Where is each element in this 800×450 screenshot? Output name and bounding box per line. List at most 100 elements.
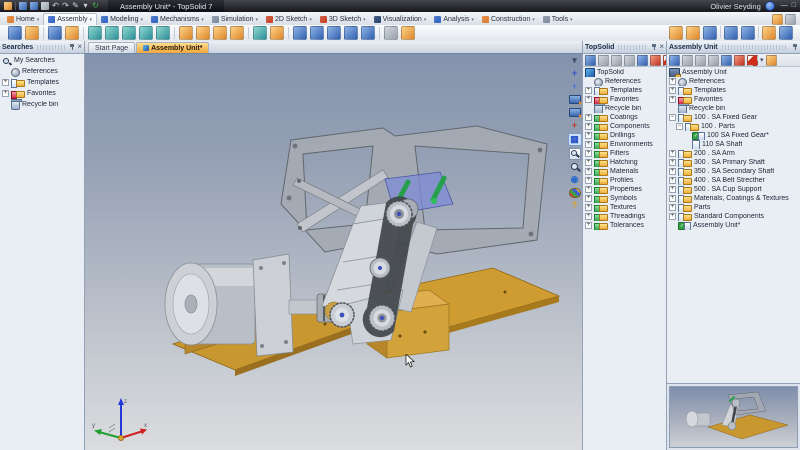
measure-icon[interactable]	[253, 26, 267, 40]
expander-icon[interactable]: +	[585, 186, 592, 193]
tree-item[interactable]: References	[0, 66, 84, 77]
user-name[interactable]: Olivier Seyding	[710, 2, 760, 11]
tree-item[interactable]: +Threadings	[583, 212, 666, 221]
include-component-icon[interactable]	[48, 26, 62, 40]
collapse-all-icon[interactable]	[611, 55, 622, 66]
expander-icon[interactable]: +	[585, 213, 592, 220]
cone-icon[interactable]	[179, 26, 193, 40]
expander-icon[interactable]: −	[669, 114, 676, 121]
chevron-down-icon[interactable]: ▾	[201, 17, 204, 23]
expander-icon[interactable]: +	[585, 150, 592, 157]
sync-icon[interactable]	[637, 55, 648, 66]
expander-icon[interactable]: +	[669, 150, 676, 157]
expander-icon[interactable]: +	[585, 195, 592, 202]
dropdown-icon[interactable]: ▾	[760, 56, 764, 65]
expander-icon[interactable]: +	[669, 186, 676, 193]
minimize-button[interactable]: —	[781, 2, 788, 10]
user-avatar[interactable]	[765, 1, 775, 11]
rotate-icon[interactable]	[105, 26, 119, 40]
panel-grip[interactable]	[722, 45, 788, 50]
view-side-icon[interactable]	[344, 26, 358, 40]
expander-icon[interactable]: +	[585, 141, 592, 148]
expander-icon[interactable]: +	[585, 123, 592, 130]
save-all-icon[interactable]	[30, 2, 38, 10]
ribbon-tab-tools[interactable]: Tools▾	[539, 14, 577, 25]
view-top-icon[interactable]	[327, 26, 341, 40]
tree-item[interactable]: −100 . SA Fixed Gear	[667, 113, 800, 122]
tree-item[interactable]: Assembly Unit*	[667, 221, 800, 230]
expand-all-icon[interactable]	[708, 55, 719, 66]
family-icon[interactable]	[669, 26, 683, 40]
multi-view-icon[interactable]: ▦	[568, 133, 582, 146]
tree-item[interactable]: +400 . SA Belt Strecther	[667, 176, 800, 185]
render-icon[interactable]	[762, 26, 776, 40]
collapse-all-icon[interactable]	[695, 55, 706, 66]
chevron-down-icon[interactable]: ▾	[90, 17, 93, 23]
ribbon-tab-modeling[interactable]: Modeling▾	[97, 14, 147, 25]
tree-item[interactable]: +Favorites	[667, 95, 800, 104]
print-icon[interactable]	[41, 2, 49, 10]
ribbon-tab-construction[interactable]: Construction▾	[478, 14, 539, 25]
tree-icon[interactable]	[741, 26, 755, 40]
pin-icon[interactable]	[651, 43, 657, 51]
tree-item[interactable]: +Parts	[667, 203, 800, 212]
tree-item[interactable]: +Textures	[583, 203, 666, 212]
expander-icon[interactable]: +	[669, 96, 676, 103]
redo-icon[interactable]: ↷	[62, 2, 69, 10]
dimension-icon[interactable]	[270, 26, 284, 40]
bom-icon[interactable]	[686, 26, 700, 40]
plane-icon[interactable]	[196, 26, 210, 40]
expander-icon[interactable]: −	[676, 123, 683, 130]
expander-icon[interactable]: +	[2, 79, 9, 86]
analysis-icon[interactable]	[384, 26, 398, 40]
expander-icon[interactable]: +	[669, 87, 676, 94]
tree-item[interactable]: My Searches	[0, 55, 84, 66]
app-logo-icon[interactable]	[4, 2, 12, 10]
tree-item[interactable]: −100 . Parts	[667, 122, 800, 131]
tree-item[interactable]: Recycle bin	[667, 104, 800, 113]
zoom-icon[interactable]	[569, 161, 581, 172]
tree-item[interactable]: +Profiles	[583, 176, 666, 185]
viewport-3d[interactable]: z x y ▾+++▦◉?	[85, 54, 582, 450]
tree-item[interactable]: +200 . SA Arm	[667, 149, 800, 158]
options-icon[interactable]	[785, 14, 796, 25]
tree-item[interactable]: +Templates	[0, 77, 84, 88]
document-tab-active[interactable]: Assembly Unit*	[136, 42, 209, 53]
add-component-icon[interactable]: +	[569, 81, 581, 92]
globe-icon[interactable]: ◉	[569, 174, 581, 185]
tree-item[interactable]: +Tolerances	[583, 221, 666, 230]
section-icon[interactable]	[401, 26, 415, 40]
settings-icon[interactable]	[779, 26, 793, 40]
select-icon[interactable]	[585, 55, 596, 66]
axis-icon[interactable]	[122, 26, 136, 40]
chevron-down-icon[interactable]: ▾	[424, 17, 427, 23]
tree-item[interactable]: +Favorites	[0, 88, 84, 99]
chevron-down-icon[interactable]: ▾	[140, 17, 143, 23]
tree-item[interactable]: +Standard Components	[667, 212, 800, 221]
expander-icon[interactable]: +	[585, 168, 592, 175]
tree-item[interactable]: +Coatings	[583, 113, 666, 122]
view-iso-icon[interactable]	[310, 26, 324, 40]
open-document-icon[interactable]	[25, 26, 39, 40]
surface-icon[interactable]	[213, 26, 227, 40]
palette-icon[interactable]	[569, 187, 581, 198]
frame-icon[interactable]	[139, 26, 153, 40]
ribbon-tab-visualization[interactable]: Visualization▾	[370, 14, 431, 25]
tree-item[interactable]: +References	[667, 77, 800, 86]
pin-icon[interactable]	[792, 43, 798, 51]
expander-icon[interactable]: +	[585, 96, 592, 103]
tree-item[interactable]: TopSolid	[583, 68, 666, 77]
tree-item[interactable]: References	[583, 77, 666, 86]
expander-icon[interactable]: +	[669, 195, 676, 202]
ribbon-tab-home[interactable]: Home▾	[3, 14, 43, 25]
tree-item[interactable]: +Components	[583, 122, 666, 131]
chevron-down-icon[interactable]: ▾	[532, 17, 535, 23]
select-icon[interactable]	[669, 55, 680, 66]
expander-icon[interactable]: +	[585, 159, 592, 166]
tree-item[interactable]: 100 SA Fixed Gear*	[667, 131, 800, 140]
save-icon[interactable]	[19, 2, 27, 10]
panel-grip[interactable]	[37, 45, 65, 50]
help-icon[interactable]: ?	[569, 200, 581, 211]
expander-icon[interactable]: +	[669, 78, 676, 85]
view-orient-icon[interactable]	[569, 94, 581, 105]
